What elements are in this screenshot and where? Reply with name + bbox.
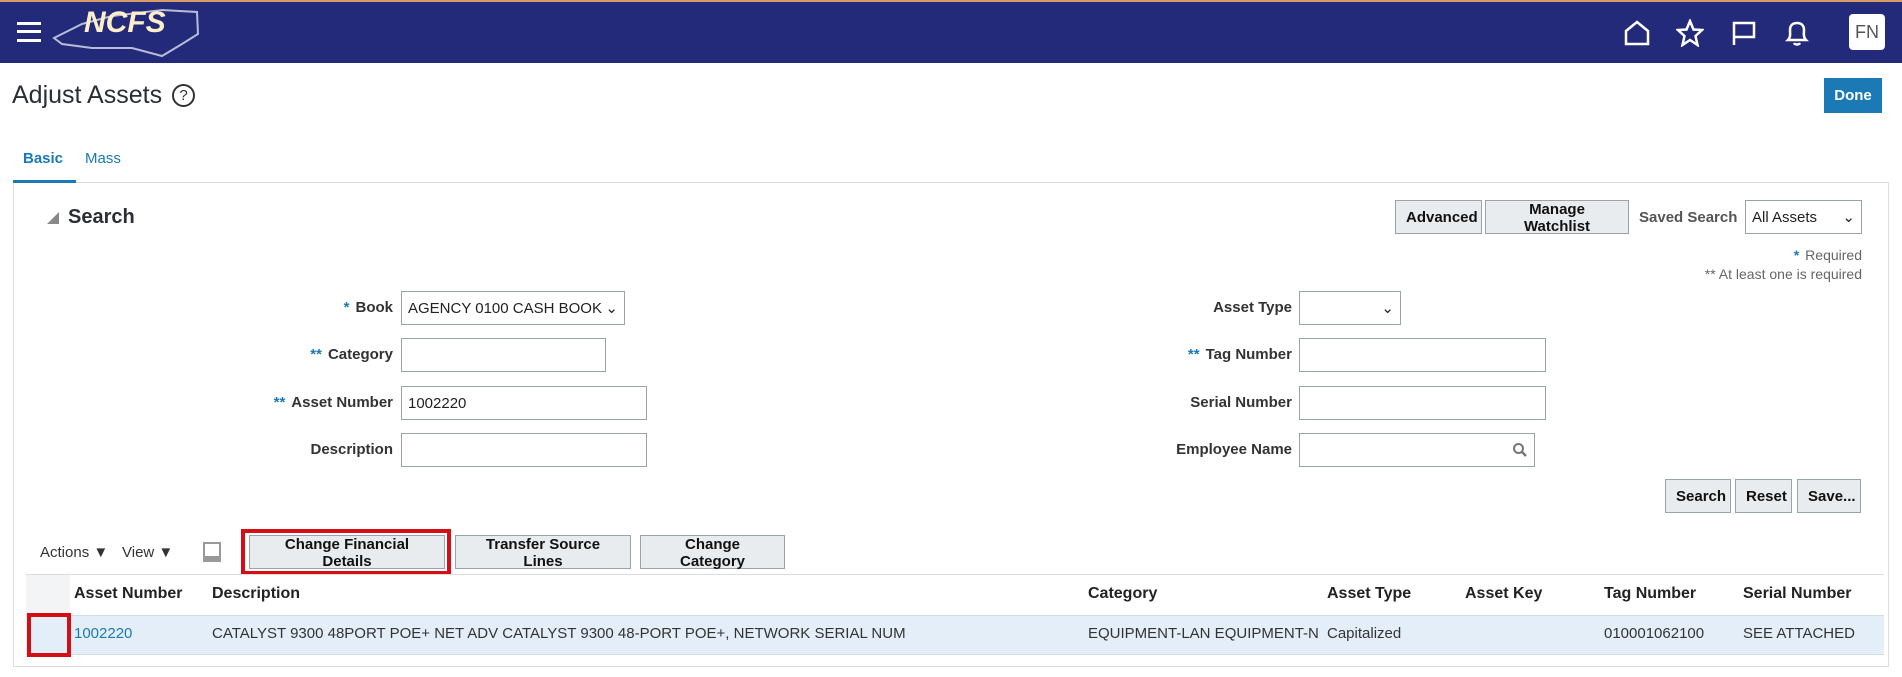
search-section-title: Search <box>68 206 135 228</box>
user-avatar[interactable]: FN <box>1849 14 1885 50</box>
asset-type-label: Asset Type <box>1213 299 1292 316</box>
actions-menu[interactable]: Actions ▼ <box>40 544 108 561</box>
freeze-columns-icon[interactable] <box>203 542 221 562</box>
transfer-source-lines-button[interactable]: Transfer Source Lines <box>455 535 631 570</box>
done-button[interactable]: Done <box>1824 78 1882 113</box>
tab-basic[interactable]: Basic <box>23 150 63 167</box>
description-input[interactable] <box>401 433 647 467</box>
view-menu[interactable]: View ▼ <box>122 544 173 561</box>
book-select[interactable]: AGENCY 0100 CASH BOOK ⌄ <box>401 291 625 325</box>
asset-number-input[interactable]: 1002220 <box>401 386 647 420</box>
manage-watchlist-button[interactable]: Manage Watchlist <box>1485 200 1629 235</box>
flag-icon[interactable] <box>1727 16 1761 50</box>
required-legend: * Required <box>1794 247 1862 263</box>
column-header-asset-number[interactable]: Asset Number <box>74 585 182 603</box>
saved-search-select[interactable]: All Assets ⌄ <box>1745 200 1862 234</box>
home-icon[interactable] <box>1620 16 1654 50</box>
serial-number-label: Serial Number <box>1190 394 1292 411</box>
column-header-serial-number[interactable]: Serial Number <box>1743 585 1851 603</box>
change-financial-details-button[interactable]: Change Financial Details <box>249 535 445 570</box>
tag-number-input[interactable] <box>1299 338 1546 372</box>
employee-name-input[interactable] <box>1299 433 1535 467</box>
save-search-button[interactable]: Save... <box>1797 479 1861 513</box>
column-header-description[interactable]: Description <box>212 585 300 603</box>
required-note: Required <box>1805 247 1862 263</box>
search-icon[interactable] <box>1512 442 1528 458</box>
tag-number-label: ** Tag Number <box>1187 346 1292 363</box>
reset-button[interactable]: Reset <box>1735 479 1792 513</box>
star-icon[interactable] <box>1673 16 1707 50</box>
row-selector-highlight[interactable] <box>27 613 71 657</box>
required-star: * <box>1793 247 1800 263</box>
column-header-asset-key[interactable]: Asset Key <box>1465 585 1542 603</box>
saved-search-value: All Assets <box>1752 208 1818 226</box>
category-input[interactable] <box>401 338 606 372</box>
category-label: ** Category <box>310 346 393 363</box>
column-header-asset-type[interactable]: Asset Type <box>1327 585 1411 603</box>
top-header: NCFS FN <box>0 0 1902 63</box>
advanced-button[interactable]: Advanced <box>1395 200 1482 234</box>
cell-serial-number: SEE ATTACHED <box>1743 625 1855 642</box>
chevron-down-icon: ⌄ <box>605 300 618 317</box>
asset-number-link[interactable]: 1002220 <box>74 625 132 642</box>
cell-tag-number: 010001062100 <box>1604 625 1705 642</box>
help-icon[interactable]: ? <box>172 84 195 107</box>
serial-number-input[interactable] <box>1299 386 1546 420</box>
cell-description: CATALYST 9300 48PORT POE+ NET ADV CATALY… <box>212 625 906 642</box>
asset-type-select[interactable]: ⌄ <box>1299 291 1401 325</box>
collapse-triangle-icon[interactable] <box>47 212 59 224</box>
chevron-down-icon: ⌄ <box>1381 300 1394 317</box>
page-title: Adjust Assets <box>12 81 163 109</box>
table-top-divider <box>26 574 1884 575</box>
asset-number-label: ** Asset Number <box>273 394 393 411</box>
description-label: Description <box>310 441 393 458</box>
book-label: * Book <box>343 299 393 316</box>
column-header-category[interactable]: Category <box>1088 585 1157 603</box>
cell-asset-type: Capitalized <box>1327 625 1402 642</box>
bell-icon[interactable] <box>1780 16 1814 50</box>
change-category-button[interactable]: Change Category <box>640 535 785 570</box>
cell-category: EQUIPMENT-LAN EQUIPMENT-N <box>1088 625 1319 642</box>
column-header-tag-number[interactable]: Tag Number <box>1604 585 1696 603</box>
saved-search-label: Saved Search <box>1639 209 1738 226</box>
search-button[interactable]: Search <box>1665 479 1731 513</box>
tab-mass[interactable]: Mass <box>85 150 121 167</box>
menu-icon[interactable] <box>17 22 41 42</box>
at-least-one-note: ** At least one is required <box>1704 266 1862 282</box>
chevron-down-icon: ⌄ <box>1842 209 1855 226</box>
employee-name-label: Employee Name <box>1176 441 1292 458</box>
logo-text: NCFS <box>84 6 166 39</box>
ncfs-logo[interactable]: NCFS <box>52 4 202 60</box>
